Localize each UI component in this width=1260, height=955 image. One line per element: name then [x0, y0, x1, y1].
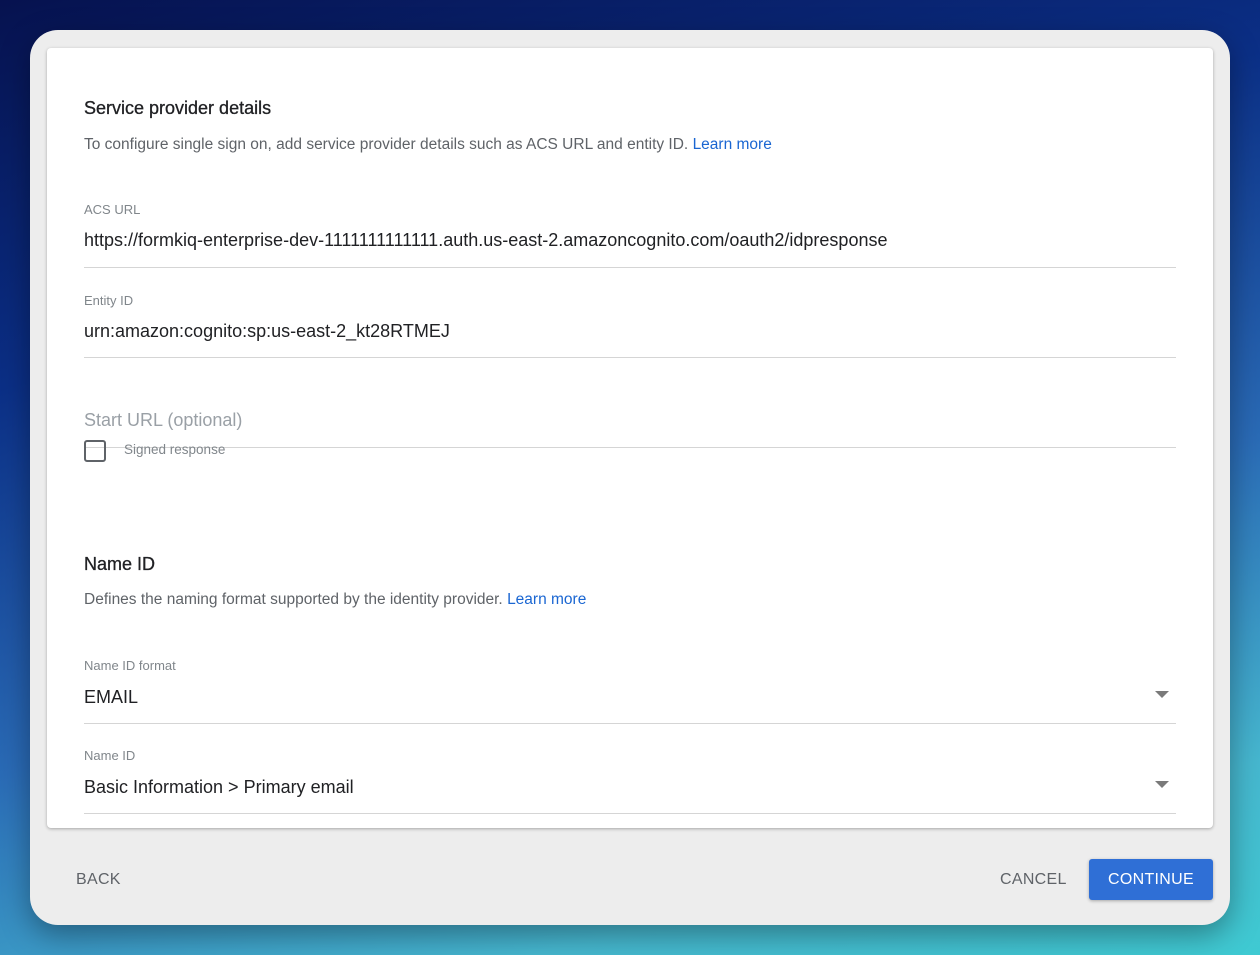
name-id-learn-more-link[interactable]: Learn more — [507, 591, 586, 608]
service-provider-title: Service provider details — [84, 98, 272, 118]
entity-id-label: Entity ID — [84, 293, 134, 308]
name-id-underline — [84, 813, 1176, 814]
service-provider-description: To configure single sign on, add service… — [84, 136, 772, 154]
service-provider-learn-more-link[interactable]: Learn more — [693, 136, 772, 153]
signed-response-label: Signed response — [124, 442, 226, 457]
name-id-format-label: Name ID format — [84, 658, 176, 673]
start-url-underline — [84, 447, 1176, 448]
acs-url-underline — [84, 267, 1176, 268]
name-id-format-select[interactable]: EMAIL — [84, 687, 138, 708]
name-id-dropdown-icon[interactable] — [1155, 781, 1169, 788]
name-id-section-title: Name ID — [84, 554, 156, 574]
dialog-window: Service provider details To configure si… — [30, 30, 1230, 925]
name-id-description: Defines the naming format supported by t… — [84, 591, 586, 609]
start-url-field[interactable]: Start URL (optional) — [84, 410, 242, 431]
entity-id-field[interactable]: urn:amazon:cognito:sp:us-east-2_kt28RTME… — [84, 321, 450, 342]
service-provider-description-text: To configure single sign on, add service… — [84, 136, 689, 153]
name-id-description-text: Defines the naming format supported by t… — [84, 591, 503, 608]
signed-response-checkbox[interactable] — [84, 440, 106, 462]
cancel-button[interactable]: CANCEL — [1000, 871, 1067, 889]
acs-url-label: ACS URL — [84, 202, 141, 217]
form-card: Service provider details To configure si… — [47, 48, 1213, 828]
name-id-label: Name ID — [84, 748, 136, 763]
back-button[interactable]: BACK — [76, 871, 121, 889]
name-id-select[interactable]: Basic Information > Primary email — [84, 777, 354, 798]
name-id-format-dropdown-icon[interactable] — [1155, 691, 1169, 698]
acs-url-field[interactable]: https://formkiq-enterprise-dev-111111111… — [84, 230, 887, 251]
entity-id-underline — [84, 357, 1176, 358]
name-id-format-underline — [84, 723, 1176, 724]
continue-button[interactable]: CONTINUE — [1089, 859, 1213, 900]
